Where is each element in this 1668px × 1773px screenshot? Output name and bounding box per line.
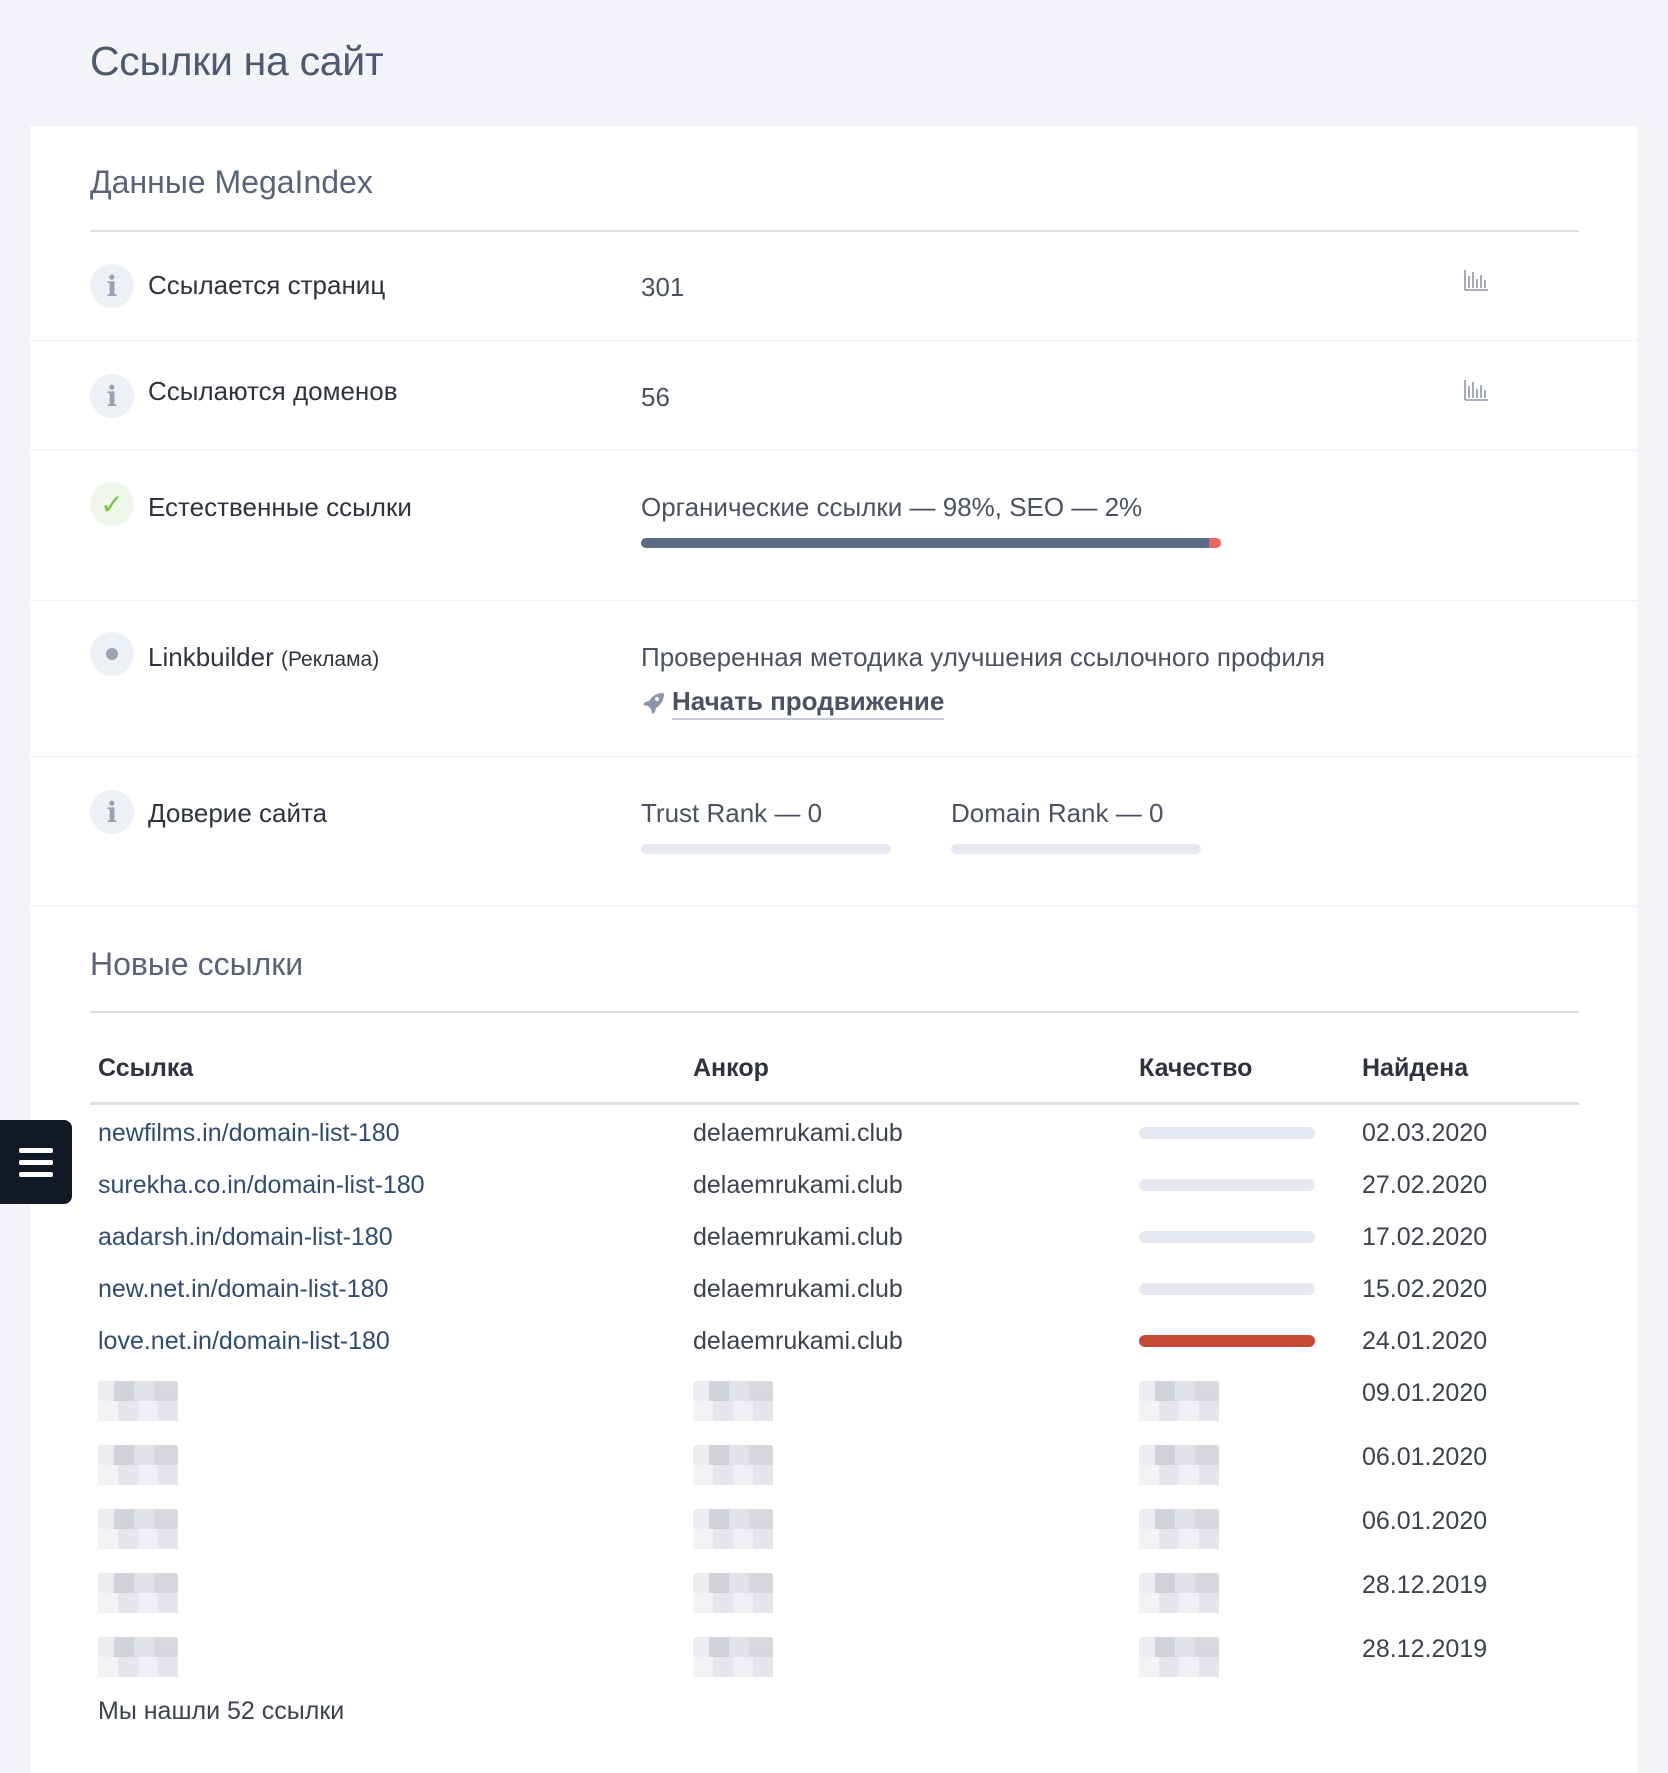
bar-chart-icon[interactable] xyxy=(1463,268,1489,292)
menu-button[interactable] xyxy=(0,1120,72,1204)
blurred-link xyxy=(98,1509,178,1549)
table-row-link[interactable]: newfilms.in/domain-list-180 xyxy=(98,1119,400,1148)
page-title: Ссылки на сайт xyxy=(90,38,384,84)
info-icon[interactable]: i xyxy=(90,374,134,418)
seo-fill xyxy=(1209,538,1221,548)
linkbuilder-ad-note: (Реклама) xyxy=(280,648,380,671)
hamburger-icon xyxy=(19,1171,53,1177)
blurred-quality xyxy=(1139,1445,1219,1485)
blurred-quality xyxy=(1139,1637,1219,1677)
column-header-quality[interactable]: Качество xyxy=(1139,1054,1252,1083)
pages-value: 301 xyxy=(641,272,685,302)
linkbuilder-name: Linkbuilder xyxy=(148,642,274,672)
table-row-anchor: delaemrukami.club xyxy=(693,1119,903,1147)
row-divider xyxy=(30,756,1637,757)
column-header-link[interactable]: Ссылка xyxy=(98,1054,193,1083)
table-row-date: 28.12.2019 xyxy=(1362,1571,1488,1599)
rocket-icon xyxy=(643,693,664,714)
section-divider xyxy=(90,230,1579,232)
pages-label: Ссылается страниц xyxy=(148,270,386,300)
hamburger-icon xyxy=(19,1147,53,1153)
table-row-link[interactable]: surekha.co.in/domain-list-180 xyxy=(98,1171,425,1200)
quality-bar xyxy=(1139,1283,1315,1295)
table-row-anchor: delaemrukami.club xyxy=(693,1327,903,1355)
quality-bar xyxy=(1139,1231,1315,1243)
blurred-link xyxy=(98,1637,178,1677)
links-found-count: Мы нашли 52 ссылки xyxy=(98,1697,345,1725)
row-divider xyxy=(30,340,1637,341)
quality-bar xyxy=(1139,1335,1315,1347)
row-divider xyxy=(30,600,1637,601)
dot-icon xyxy=(90,632,134,676)
trust-rank-bar xyxy=(641,844,891,854)
domains-value: 56 xyxy=(641,382,670,412)
megaindex-card: Данные MegaIndex i Ссылается страниц 301… xyxy=(30,126,1637,1773)
trust-label: Доверие сайта xyxy=(148,798,328,828)
table-row-date: 28.12.2019 xyxy=(1362,1635,1488,1663)
column-header-anchor[interactable]: Анкор xyxy=(693,1054,769,1083)
table-row-anchor: delaemrukami.club xyxy=(693,1171,903,1199)
section-title-new-links: Новые ссылки xyxy=(90,946,304,982)
blurred-anchor xyxy=(693,1509,773,1549)
blurred-link xyxy=(98,1445,178,1485)
info-icon[interactable]: i xyxy=(90,790,134,834)
blurred-anchor xyxy=(693,1445,773,1485)
blurred-anchor xyxy=(693,1573,773,1613)
blurred-link xyxy=(98,1381,178,1421)
blurred-anchor xyxy=(693,1637,773,1677)
blurred-quality xyxy=(1139,1381,1219,1421)
table-row-date: 27.02.2020 xyxy=(1362,1171,1488,1199)
table-row-date: 02.03.2020 xyxy=(1362,1119,1488,1147)
table-row-date: 24.01.2020 xyxy=(1362,1327,1488,1355)
domain-rank-text: Domain Rank — 0 xyxy=(951,798,1164,828)
table-row-link[interactable]: aadarsh.in/domain-list-180 xyxy=(98,1223,393,1252)
check-icon: ✓ xyxy=(90,482,134,526)
natural-label: Естественные ссылки xyxy=(148,492,412,522)
table-row-date: 09.01.2020 xyxy=(1362,1379,1488,1407)
hamburger-icon xyxy=(19,1159,53,1165)
domain-rank-bar xyxy=(951,844,1201,854)
section-divider xyxy=(90,1011,1579,1013)
column-header-found[interactable]: Найдена xyxy=(1362,1054,1468,1083)
row-divider xyxy=(30,906,1637,907)
organic-seo-bar xyxy=(641,538,1221,548)
table-row-date: 15.02.2020 xyxy=(1362,1275,1488,1303)
table-row-date: 06.01.2020 xyxy=(1362,1507,1488,1535)
quality-bar xyxy=(1139,1179,1315,1191)
blurred-quality xyxy=(1139,1509,1219,1549)
section-title-megaindex: Данные MegaIndex xyxy=(90,164,373,200)
blurred-link xyxy=(98,1573,178,1613)
linkbuilder-text: Проверенная методика улучшения ссылочног… xyxy=(641,642,1326,672)
table-row-date: 06.01.2020 xyxy=(1362,1443,1488,1471)
table-row-date: 17.02.2020 xyxy=(1362,1223,1488,1251)
bar-chart-icon[interactable] xyxy=(1463,378,1489,402)
start-promotion-link[interactable]: Начать продвижение xyxy=(672,686,945,720)
natural-text: Органические ссылки — 98%, SEO — 2% xyxy=(641,492,1143,522)
quality-bar xyxy=(1139,1127,1315,1139)
domains-label: Ссылаются доменов xyxy=(148,376,398,406)
blurred-anchor xyxy=(693,1381,773,1421)
table-row-anchor: delaemrukami.club xyxy=(693,1223,903,1251)
trust-rank-text: Trust Rank — 0 xyxy=(641,798,823,828)
table-row-anchor: delaemrukami.club xyxy=(693,1275,903,1303)
table-header-divider xyxy=(90,1102,1579,1105)
organic-fill xyxy=(641,538,1210,548)
table-row-link[interactable]: new.net.in/domain-list-180 xyxy=(98,1275,388,1304)
info-icon[interactable]: i xyxy=(90,264,134,308)
linkbuilder-label: Linkbuilder (Реклама) xyxy=(148,642,379,673)
row-divider xyxy=(30,450,1637,451)
blurred-quality xyxy=(1139,1573,1219,1613)
table-row-link[interactable]: love.net.in/domain-list-180 xyxy=(98,1327,390,1356)
